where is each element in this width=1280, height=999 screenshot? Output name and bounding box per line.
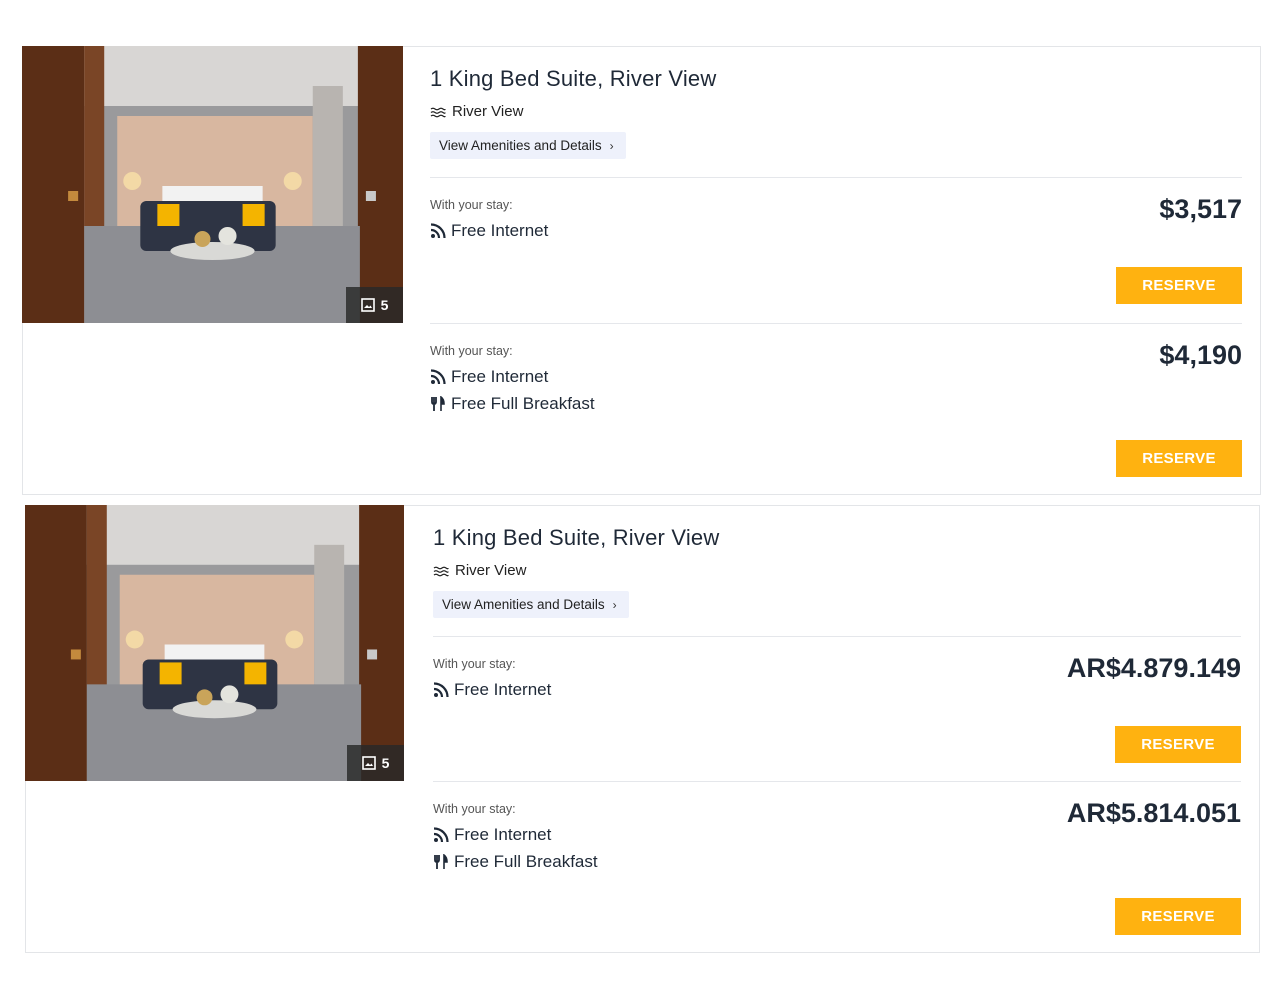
price: AR$5.814.051 <box>1066 798 1241 828</box>
water-waves-icon <box>433 566 449 576</box>
price: AR$4.879.149 <box>1066 653 1241 683</box>
price: $4,190 <box>1159 340 1242 370</box>
rate-option: With your stay: Free Internet Free Full … <box>430 323 1242 495</box>
price: $3,517 <box>1159 194 1242 224</box>
wifi-icon <box>430 222 446 238</box>
image-icon <box>361 756 376 770</box>
room-photo[interactable]: 5 <box>22 46 403 323</box>
view-amenities-button[interactable]: View Amenities and Details › <box>430 132 626 159</box>
view-row: River View <box>433 562 526 579</box>
perk-item: Free Full Breakfast <box>430 390 595 417</box>
photo-count-badge[interactable]: 5 <box>346 287 403 323</box>
photo-count: 5 <box>381 755 390 771</box>
view-row: River View <box>430 103 523 120</box>
perk-label: Free Internet <box>454 824 552 844</box>
chevron-right-icon: › <box>612 597 617 612</box>
reserve-button[interactable]: RESERVE <box>1115 898 1241 935</box>
view-amenities-label: View Amenities and Details <box>442 597 605 612</box>
perk-label: Free Full Breakfast <box>451 393 595 413</box>
reserve-button[interactable]: RESERVE <box>1116 267 1242 304</box>
utensils-icon <box>434 853 448 869</box>
room-photo-image <box>25 505 404 781</box>
room-card: 5 1 King Bed Suite, River View River Vie… <box>22 46 1261 495</box>
stay-label: With your stay: <box>430 198 513 212</box>
stay-label: With your stay: <box>433 657 516 671</box>
photo-count: 5 <box>380 297 389 313</box>
wifi-icon <box>433 681 449 697</box>
perk-label: Free Full Breakfast <box>454 851 598 871</box>
perk-label: Free Internet <box>451 220 549 240</box>
perk-item: Free Full Breakfast <box>433 848 598 875</box>
wifi-icon <box>430 368 446 384</box>
perk-list: Free Internet Free Full Breakfast <box>430 363 595 417</box>
room-title: 1 King Bed Suite, River View <box>430 66 717 91</box>
perk-list: Free Internet <box>430 217 548 244</box>
photo-count-badge[interactable]: 5 <box>347 745 404 781</box>
room-photo[interactable]: 5 <box>25 505 404 781</box>
room-card: 5 1 King Bed Suite, River View River Vie… <box>25 505 1260 953</box>
stay-label: With your stay: <box>430 344 513 358</box>
perk-item: Free Internet <box>433 676 551 703</box>
perk-item: Free Internet <box>430 363 595 390</box>
chevron-right-icon: › <box>609 138 614 153</box>
perk-label: Free Internet <box>454 679 552 699</box>
rate-option: With your stay: Free Internet AR$4.879.1… <box>433 636 1241 781</box>
room-info: 1 King Bed Suite, River View River View … <box>433 506 1241 952</box>
view-amenities-label: View Amenities and Details <box>439 138 602 153</box>
reserve-button[interactable]: RESERVE <box>1116 440 1242 477</box>
room-info: 1 King Bed Suite, River View River View … <box>430 47 1242 494</box>
reserve-button[interactable]: RESERVE <box>1115 726 1241 763</box>
perk-item: Free Internet <box>433 821 598 848</box>
rate-option: With your stay: Free Internet Free Full … <box>433 781 1241 953</box>
image-icon <box>360 298 375 312</box>
utensils-icon <box>431 395 445 411</box>
view-label: River View <box>455 562 527 579</box>
room-photo-image <box>22 46 403 323</box>
perk-item: Free Internet <box>430 217 548 244</box>
room-title: 1 King Bed Suite, River View <box>433 525 720 550</box>
perk-list: Free Internet <box>433 676 551 703</box>
view-amenities-button[interactable]: View Amenities and Details › <box>433 591 629 618</box>
water-waves-icon <box>430 107 446 117</box>
view-label: River View <box>452 103 524 120</box>
perk-list: Free Internet Free Full Breakfast <box>433 821 598 875</box>
perk-label: Free Internet <box>451 366 549 386</box>
rate-option: With your stay: Free Internet $3,517 RES… <box>430 177 1242 323</box>
stay-label: With your stay: <box>433 802 516 816</box>
wifi-icon <box>433 826 449 842</box>
